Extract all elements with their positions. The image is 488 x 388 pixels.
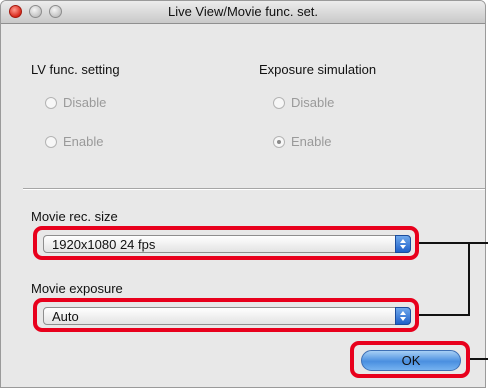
radio-label: Enable bbox=[291, 134, 332, 149]
window-title: Live View/Movie func. set. bbox=[167, 4, 319, 19]
movie-rec-size-label: Movie rec. size bbox=[31, 209, 118, 224]
highlight-ok-button bbox=[350, 341, 470, 378]
callout-line bbox=[468, 242, 470, 316]
callout-line bbox=[419, 242, 488, 244]
radio-label: Enable bbox=[63, 134, 104, 149]
radio-icon bbox=[273, 96, 285, 109]
lv-func-disable-radio: Disable bbox=[45, 95, 106, 110]
lv-func-enable-radio: Enable bbox=[45, 134, 103, 149]
separator bbox=[23, 188, 485, 190]
radio-icon bbox=[45, 96, 57, 109]
radio-selected-icon bbox=[273, 135, 285, 148]
exposure-simulation-heading: Exposure simulation bbox=[259, 62, 377, 77]
exposure-sim-enable-radio: Enable bbox=[273, 134, 331, 149]
radio-icon bbox=[45, 135, 57, 148]
movie-exposure-label: Movie exposure bbox=[31, 281, 123, 296]
exposure-sim-disable-radio: Disable bbox=[273, 95, 334, 110]
callout-line bbox=[419, 314, 469, 316]
lv-func-heading: LV func. setting bbox=[31, 62, 120, 77]
radio-label: Disable bbox=[63, 95, 107, 110]
title-bar: Live View/Movie func. set. bbox=[1, 1, 485, 24]
highlight-movie-exposure bbox=[33, 298, 419, 332]
radio-label: Disable bbox=[291, 95, 335, 110]
callout-line bbox=[470, 358, 488, 360]
highlight-movie-rec-size bbox=[33, 226, 419, 260]
